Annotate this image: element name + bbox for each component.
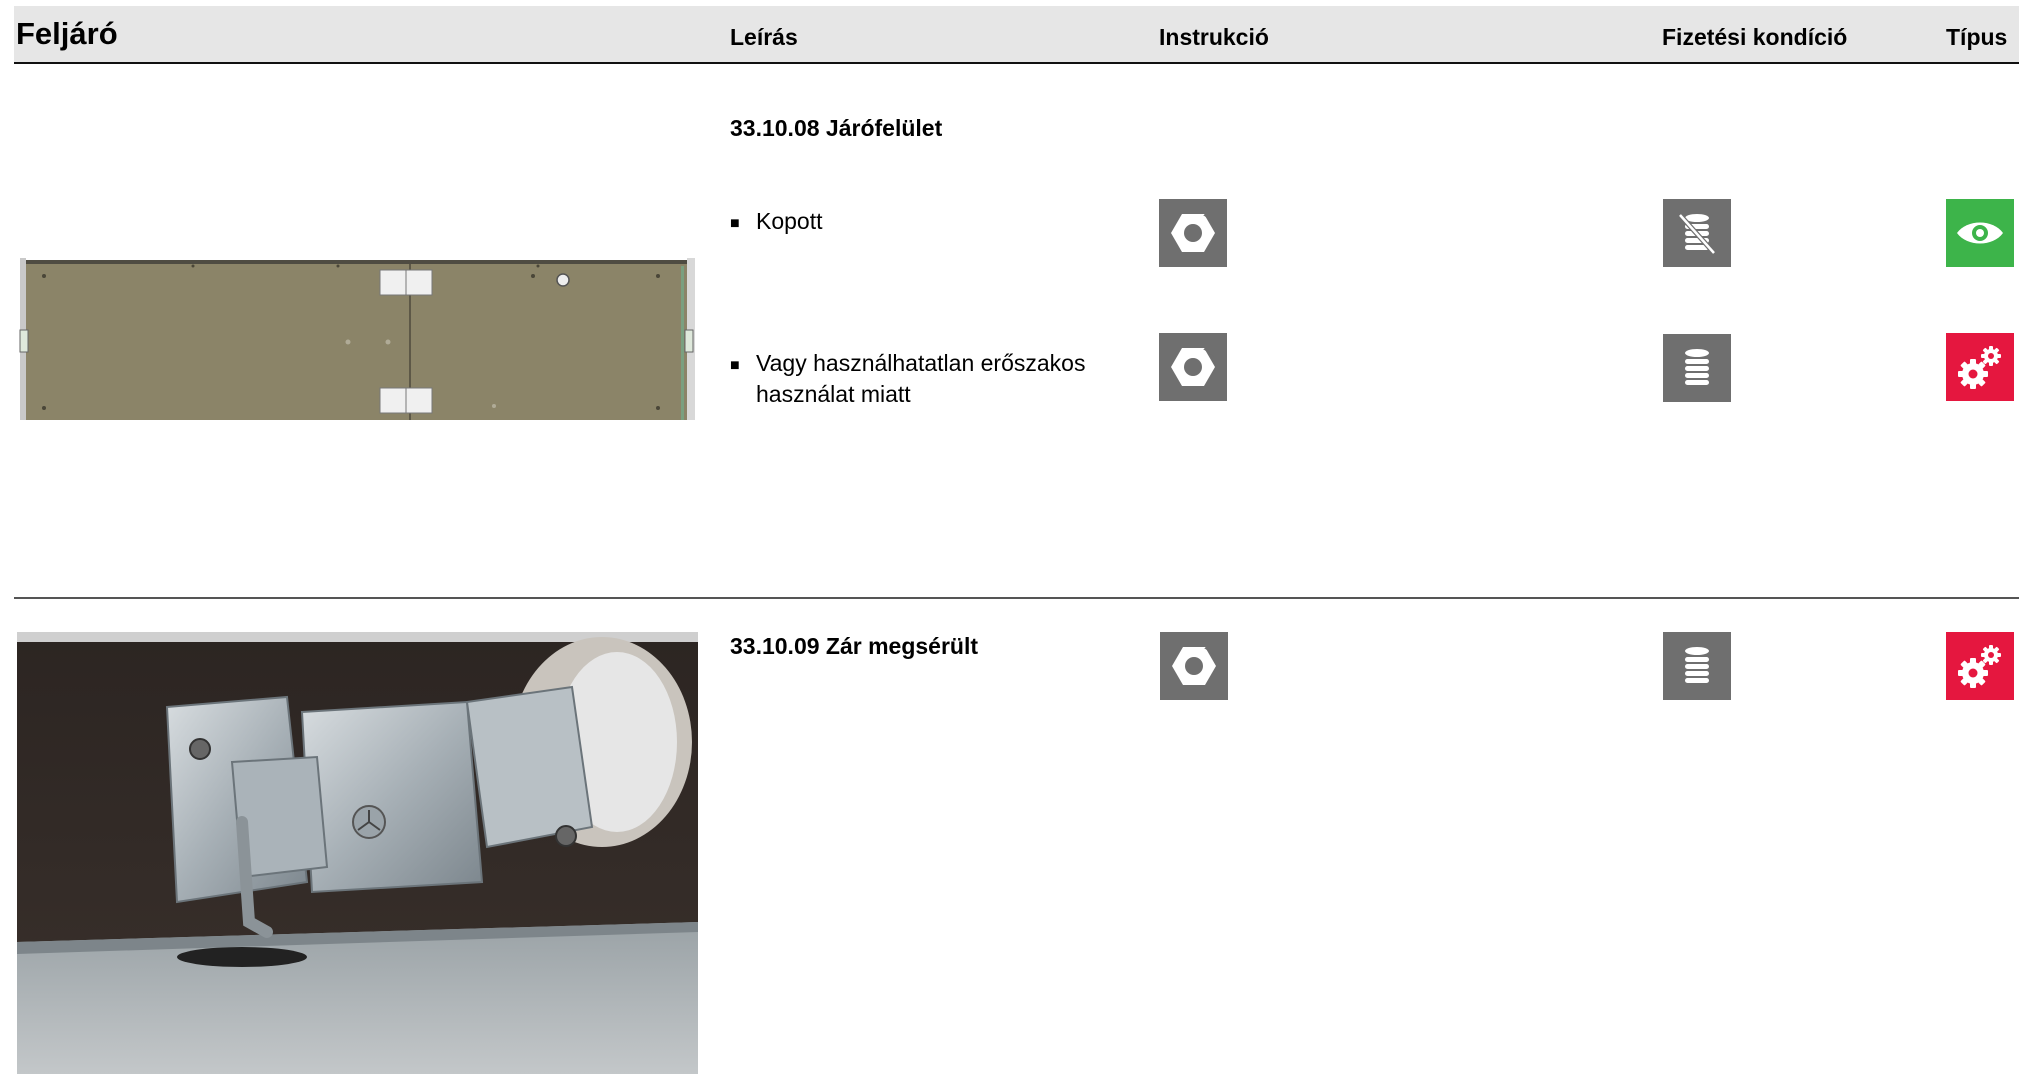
list-item-text: Kopott	[756, 206, 823, 237]
coin-stack-crossed-icon	[1663, 199, 1731, 267]
section-title-33-10-08: 33.10.08 Járófelület	[730, 115, 943, 141]
nut-icon	[1159, 333, 1227, 401]
page-title: Feljáró	[16, 16, 118, 51]
column-header-payment: Fizetési kondíció	[1662, 24, 1848, 50]
section-title-33-10-09: 33.10.09 Zár megsérült	[730, 633, 979, 659]
item-text-line1: Kopott	[756, 208, 823, 234]
item-text-line2: használat miatt	[756, 381, 911, 407]
nut-icon	[1159, 199, 1227, 267]
column-header-description: Leírás	[730, 24, 798, 50]
gears-icon	[1946, 632, 2014, 700]
table-header: Feljáró Leírás Instrukció Fizetési kondí…	[14, 6, 2019, 64]
list-item-text: Vagy használhatatlan erőszakos használat…	[756, 348, 1085, 410]
gears-icon	[1946, 333, 2014, 401]
item-text-line1: Vagy használhatatlan erőszakos	[756, 350, 1086, 376]
walkway-panel-drawing	[18, 258, 698, 420]
list-bullet: ■	[730, 357, 740, 374]
coin-stack-icon	[1663, 632, 1731, 700]
coin-stack-icon	[1663, 334, 1731, 402]
section-divider	[14, 597, 2019, 599]
lock-photo	[17, 632, 698, 1074]
nut-icon	[1160, 632, 1228, 700]
lock-photo-drawing	[17, 632, 698, 1074]
eye-icon	[1946, 199, 2014, 267]
walkway-panel-image	[18, 258, 698, 420]
list-bullet: ■	[730, 215, 740, 232]
column-header-type: Típus	[1946, 24, 2008, 50]
column-header-instruction: Instrukció	[1159, 24, 1269, 50]
